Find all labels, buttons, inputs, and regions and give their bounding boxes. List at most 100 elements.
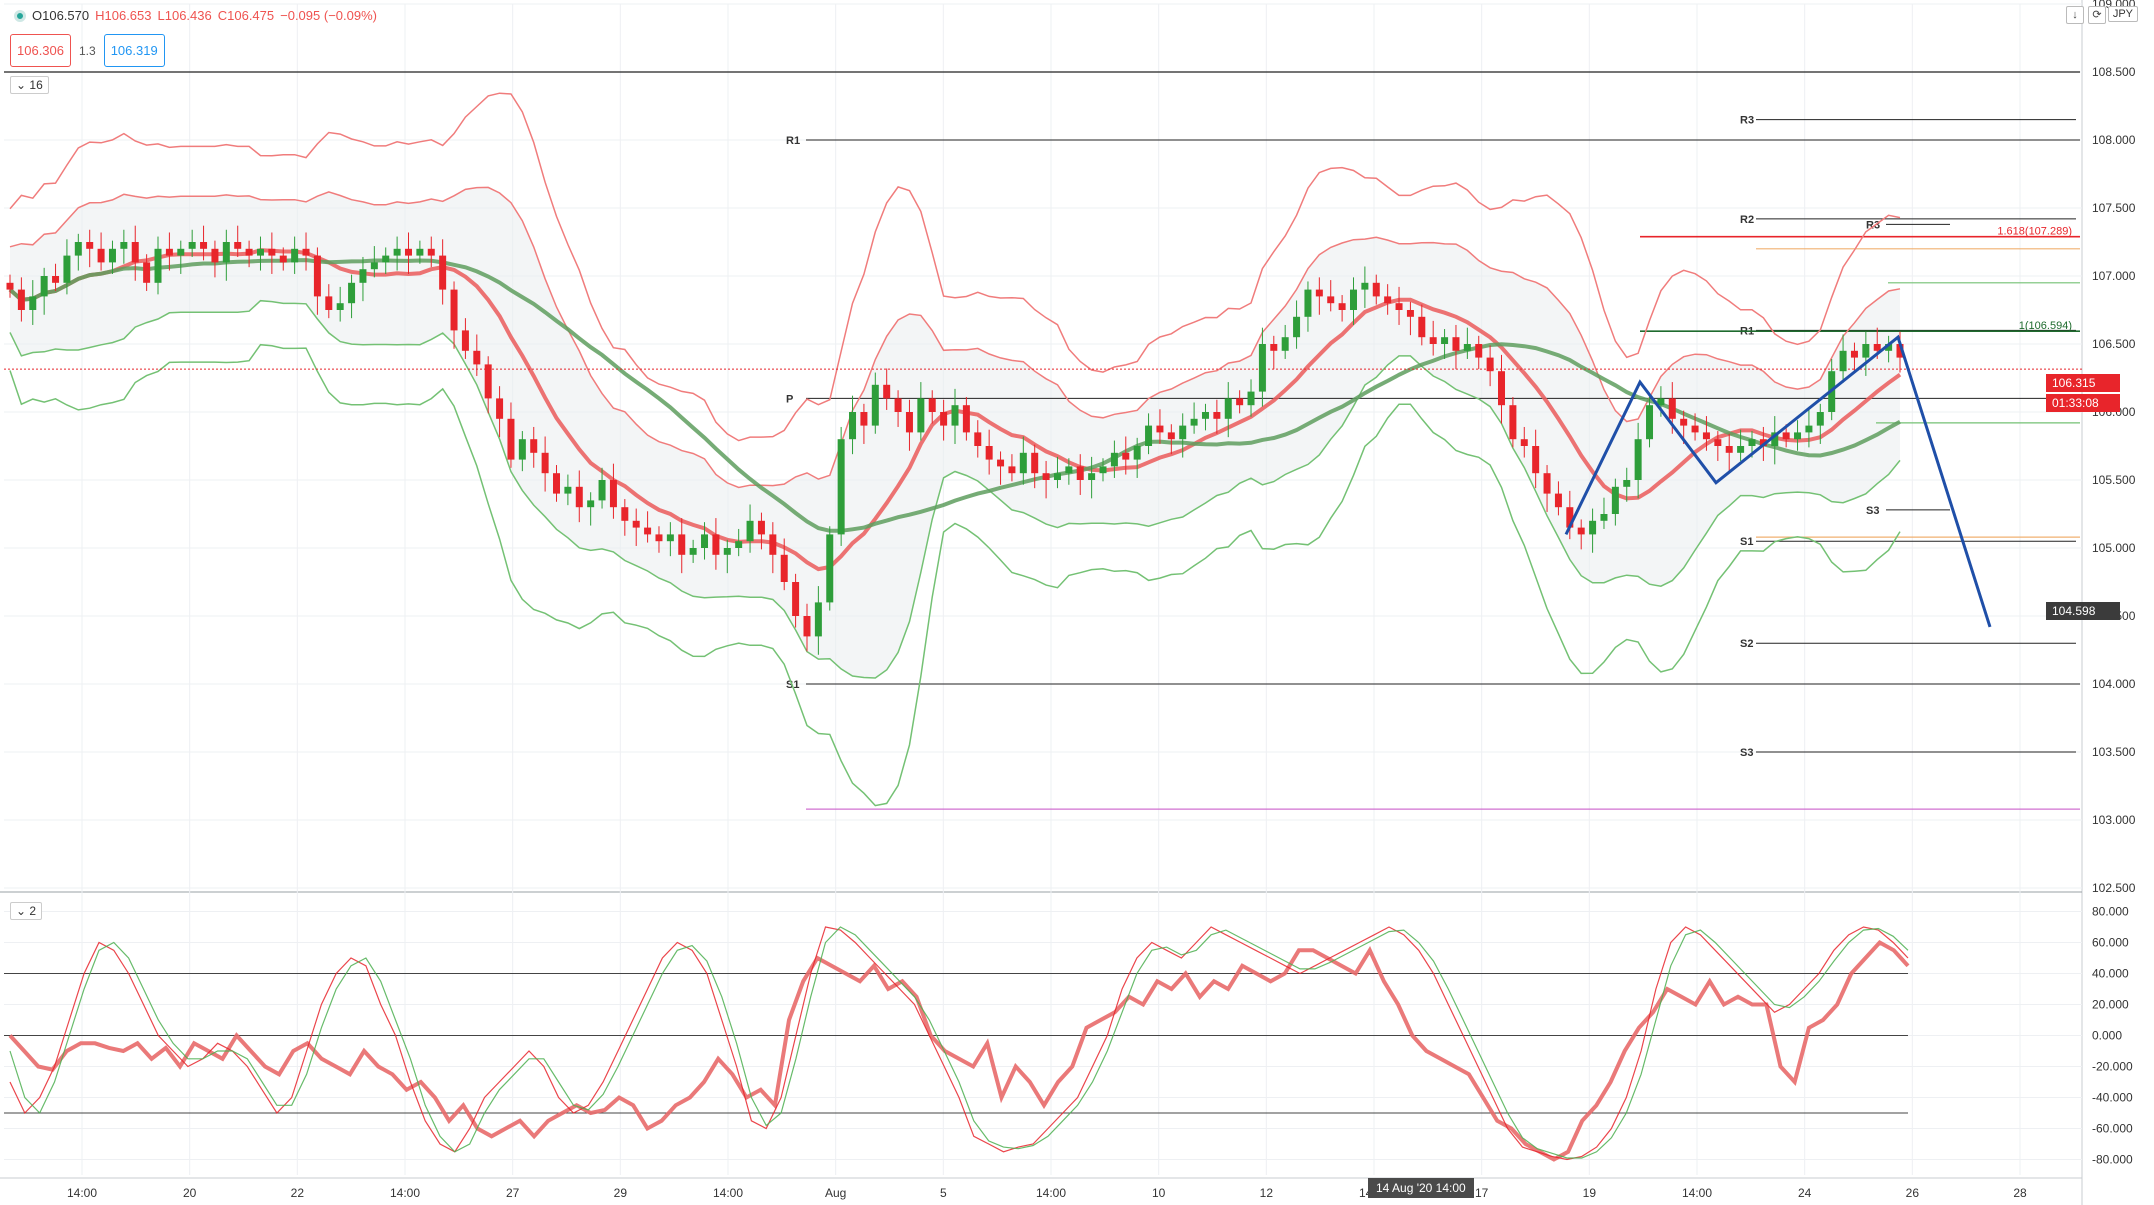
candle-body bbox=[1099, 466, 1107, 474]
candle-body bbox=[1042, 473, 1050, 480]
candle-body bbox=[450, 289, 458, 331]
candle-body bbox=[1293, 316, 1301, 338]
legend-change: −0.095 (−0.09%) bbox=[280, 8, 377, 23]
price-tick-label: 105.500 bbox=[2092, 473, 2136, 487]
candle-body bbox=[1623, 480, 1631, 487]
last-price-tag: 106.315 bbox=[2046, 374, 2120, 392]
candle-body bbox=[1201, 412, 1209, 419]
time-tick-label: 20 bbox=[183, 1186, 197, 1200]
arrow-down-icon[interactable]: ↓ bbox=[2066, 6, 2084, 24]
price-tick-label: 108.500 bbox=[2092, 65, 2136, 79]
candle-body bbox=[1600, 514, 1608, 521]
buy-button[interactable]: 106.319 bbox=[103, 34, 165, 67]
candle-body bbox=[359, 269, 367, 283]
candle-body bbox=[154, 248, 162, 283]
candle-body bbox=[86, 242, 94, 249]
osc-tick-label: 40.000 bbox=[2092, 967, 2129, 981]
candle-body bbox=[666, 534, 674, 542]
candle-body bbox=[313, 255, 321, 297]
time-tick-label: 19 bbox=[1583, 1186, 1597, 1200]
candle-body bbox=[1304, 289, 1312, 317]
candle-body bbox=[1850, 350, 1858, 358]
candle-body bbox=[1577, 527, 1585, 535]
candle-body bbox=[200, 242, 208, 249]
price-tick-label: 108.000 bbox=[2092, 133, 2136, 147]
candle-body bbox=[1167, 432, 1175, 440]
candle-body bbox=[985, 446, 993, 460]
candle-body bbox=[1463, 344, 1471, 351]
candle-body bbox=[268, 248, 276, 256]
ohlc-legend: O106.570 H106.653 L106.436 C106.475 −0.0… bbox=[14, 8, 377, 23]
candle-body bbox=[1737, 446, 1745, 453]
candle-body bbox=[1224, 398, 1232, 419]
time-tick-label: Aug bbox=[825, 1186, 846, 1200]
candle-body bbox=[632, 520, 640, 528]
candle-body bbox=[1258, 344, 1266, 392]
candle-body bbox=[1315, 289, 1323, 297]
candle-body bbox=[1680, 418, 1688, 426]
price-tick-label: 107.500 bbox=[2092, 201, 2136, 215]
spread-value: 1.3 bbox=[79, 43, 96, 58]
osc-pane-collapse-button[interactable]: ⌄ 2 bbox=[10, 902, 43, 920]
candle-body bbox=[1372, 282, 1380, 297]
time-tick-label: 24 bbox=[1798, 1186, 1812, 1200]
candle-body bbox=[1862, 344, 1870, 358]
candle-body bbox=[1452, 337, 1460, 351]
candle-body bbox=[678, 534, 686, 555]
candle-body bbox=[860, 412, 868, 426]
time-tick-label: 27 bbox=[506, 1186, 520, 1200]
candle-body bbox=[484, 364, 492, 399]
candle-body bbox=[473, 350, 481, 365]
trading-chart[interactable]: 109.000108.500108.000107.500107.000106.5… bbox=[0, 0, 2154, 1205]
candle-body bbox=[1110, 452, 1118, 467]
legend-open: O106.570 bbox=[32, 8, 90, 23]
legend-high: H106.653 bbox=[95, 8, 152, 23]
osc-tick-label: -40.000 bbox=[2092, 1091, 2133, 1105]
candle-body bbox=[496, 398, 504, 419]
pivot-label-left: R1 bbox=[786, 135, 800, 147]
fib-level-label: 1.618(107.289) bbox=[1997, 226, 2072, 238]
candle-body bbox=[518, 439, 526, 460]
osc-fast-line bbox=[9, 926, 1909, 1161]
candle-body bbox=[1349, 289, 1357, 310]
candle-body bbox=[1076, 466, 1084, 480]
candle-body bbox=[575, 486, 583, 508]
candle-body bbox=[165, 248, 173, 256]
pivot-label-right: S1 bbox=[1740, 536, 1753, 548]
candle-body bbox=[780, 554, 788, 582]
candle-body bbox=[1816, 412, 1824, 426]
candle-body bbox=[188, 242, 196, 249]
candle-body bbox=[63, 255, 71, 283]
quote-panel: 106.306 1.3 106.319 bbox=[10, 34, 165, 67]
candle-body bbox=[40, 276, 48, 297]
candle-body bbox=[849, 412, 857, 440]
candle-body bbox=[1441, 337, 1449, 344]
candle-body bbox=[1156, 425, 1164, 433]
candle-body bbox=[404, 248, 412, 256]
candle-body bbox=[120, 242, 128, 249]
candle-body bbox=[1702, 432, 1710, 440]
candle-body bbox=[1646, 405, 1654, 440]
candle-body bbox=[370, 262, 378, 270]
main-pane-collapse-button[interactable]: ⌄ 16 bbox=[10, 76, 49, 94]
osc-tick-label: -80.000 bbox=[2092, 1153, 2133, 1167]
candle-body bbox=[393, 248, 401, 256]
time-tick-label: 22 bbox=[291, 1186, 305, 1200]
time-tick-label: 14:00 bbox=[713, 1186, 743, 1200]
candle-body bbox=[325, 296, 333, 310]
candle-body bbox=[1281, 337, 1289, 351]
candle-body bbox=[564, 486, 572, 494]
candle-body bbox=[74, 242, 82, 256]
osc-signal-line bbox=[9, 926, 1909, 1159]
candle-body bbox=[723, 548, 731, 555]
candle-body bbox=[177, 248, 185, 256]
refresh-icon[interactable]: ⟳ bbox=[2088, 6, 2106, 24]
legend-close: C106.475 bbox=[217, 8, 275, 23]
candle-body bbox=[1179, 425, 1187, 440]
candle-body bbox=[507, 418, 515, 460]
candle-body bbox=[108, 248, 116, 263]
price-tick-label: 103.500 bbox=[2092, 745, 2136, 759]
candle-body bbox=[1748, 439, 1756, 446]
sell-button[interactable]: 106.306 bbox=[10, 34, 71, 67]
candle-body bbox=[1873, 344, 1881, 351]
